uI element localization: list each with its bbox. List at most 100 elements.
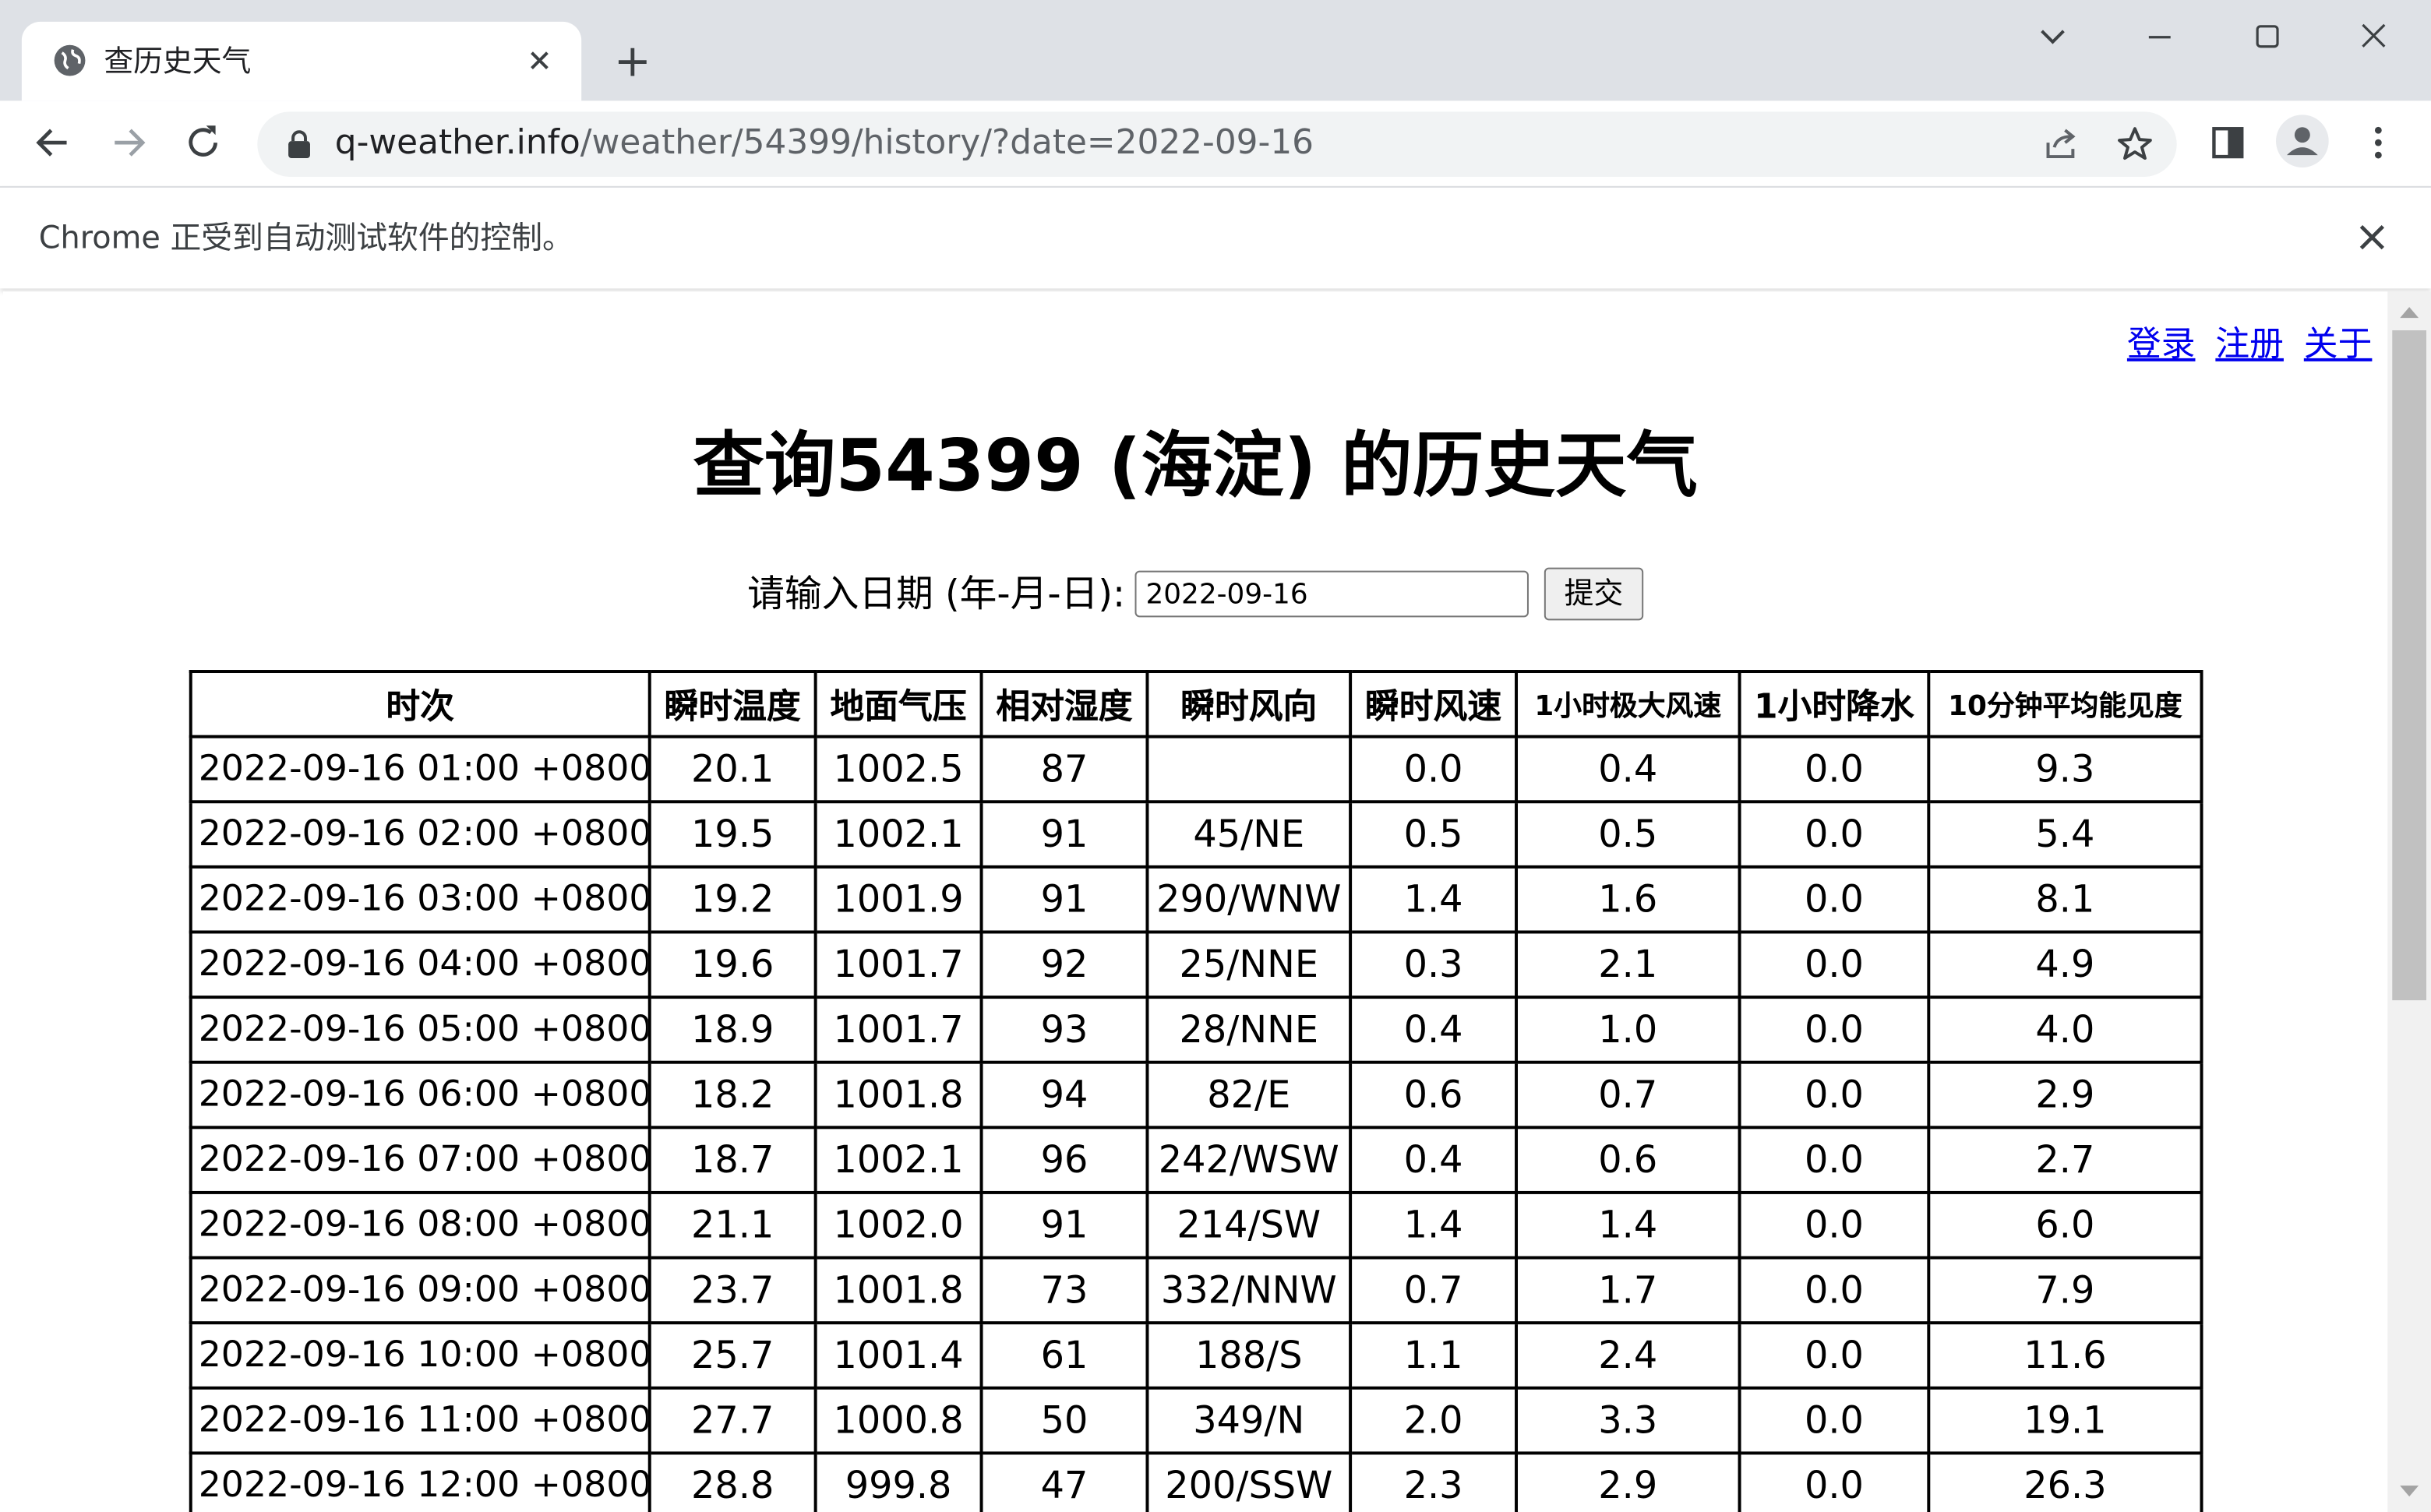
table-row: 2022-09-16 09:00 +0800 23.7 1001.8 73 332/NN… (189, 1256, 2203, 1325)
max-gust-cell: 1.4 (1515, 1190, 1741, 1260)
precipitation-cell: 0.0 (1738, 1321, 1931, 1390)
bookmark-star-icon[interactable] (2115, 124, 2155, 164)
register-link[interactable]: 注册 (2215, 326, 2284, 365)
pressure-cell: 1002.0 (813, 1190, 983, 1260)
temperature-cell: 28.8 (647, 1451, 817, 1512)
precipitation-cell: 0.0 (1738, 800, 1931, 869)
url-text[interactable]: q-weather.info/weather/54399/history/?da… (335, 124, 1314, 164)
scroll-up-arrow-icon[interactable] (2398, 304, 2420, 319)
pressure-cell: 1001.4 (813, 1321, 983, 1390)
page-title: 查询54399 (海淀) 的历史天气 (693, 423, 1698, 507)
time-cell: 2022-09-16 11:00 +0800 (189, 1386, 651, 1455)
precipitation-cell: 0.0 (1738, 865, 1931, 934)
side-panel-icon[interactable] (2202, 116, 2255, 169)
date-input[interactable] (1134, 570, 1529, 618)
max-gust-cell: 1.6 (1515, 865, 1741, 934)
header-wind-direction: 瞬时风向 (1145, 670, 1353, 738)
temperature-cell: 18.9 (647, 996, 817, 1064)
pressure-cell: 1002.1 (813, 1126, 983, 1194)
back-arrow-icon[interactable] (26, 116, 79, 169)
humidity-cell: 92 (979, 930, 1149, 999)
wind-speed-cell: 1.4 (1349, 865, 1519, 934)
scrollbar-thumb[interactable] (2392, 330, 2427, 1001)
infobar-text: Chrome 正受到自动测试软件的控制。 (38, 218, 573, 256)
visibility-cell: 5.4 (1927, 800, 2203, 869)
lock-icon[interactable] (285, 129, 313, 160)
wind-direction-cell: 349/N (1145, 1386, 1353, 1455)
more-menu-icon[interactable] (2352, 116, 2405, 169)
wind-speed-cell: 1.4 (1349, 1190, 1519, 1260)
about-link[interactable]: 关于 (2304, 326, 2373, 365)
wind-speed-cell: 1.1 (1349, 1321, 1519, 1390)
humidity-cell: 91 (979, 865, 1149, 934)
max-gust-cell: 2.1 (1515, 930, 1741, 999)
pressure-cell: 1001.9 (813, 865, 983, 934)
visibility-cell: 19.1 (1927, 1386, 2203, 1455)
close-infobar-icon[interactable] (2354, 219, 2391, 256)
pressure-cell: 1002.5 (813, 735, 983, 804)
visibility-cell: 2.7 (1927, 1126, 2203, 1194)
new-tab-icon[interactable] (608, 37, 658, 87)
maximize-icon[interactable] (2235, 12, 2298, 62)
submit-button[interactable]: 提交 (1544, 567, 1644, 621)
time-cell: 2022-09-16 07:00 +0800 (189, 1126, 651, 1194)
visibility-cell: 4.0 (1927, 996, 2203, 1064)
page-scrollbar[interactable] (2387, 291, 2431, 1512)
temperature-cell: 18.2 (647, 1060, 817, 1130)
wind-speed-cell: 0.7 (1349, 1256, 1519, 1325)
max-gust-cell: 1.0 (1515, 996, 1741, 1064)
wind-direction-cell: 45/NE (1145, 800, 1353, 869)
precipitation-cell: 0.0 (1738, 1060, 1931, 1130)
humidity-cell: 87 (979, 735, 1149, 804)
time-cell: 2022-09-16 03:00 +0800 (189, 865, 651, 934)
header-wind-speed: 瞬时风速 (1349, 670, 1519, 738)
tab-strip: 查历史天气 (0, 0, 2431, 101)
table-row: 2022-09-16 04:00 +0800 19.6 1001.7 92 25/NNE… (189, 930, 2203, 999)
wind-direction-cell: 332/NNW (1145, 1256, 1353, 1325)
forward-arrow-icon[interactable] (102, 116, 155, 169)
time-cell: 2022-09-16 04:00 +0800 (189, 930, 651, 999)
table-row: 2022-09-16 10:00 +0800 25.7 1001.4 61 188/S 1… (189, 1321, 2203, 1390)
visibility-cell: 6.0 (1927, 1190, 2203, 1260)
humidity-cell: 93 (979, 996, 1149, 1064)
header-precipitation: 1小时降水 (1738, 670, 1931, 738)
temperature-cell: 19.5 (647, 800, 817, 869)
wind-direction-cell: 188/S (1145, 1321, 1353, 1390)
browser-window: 查历史天气 q-weather.info/weather/54399/histo… (0, 0, 2431, 1512)
wind-direction-cell: 214/SW (1145, 1190, 1353, 1260)
reload-icon[interactable] (177, 116, 230, 169)
share-icon[interactable] (2041, 124, 2081, 164)
table-row: 2022-09-16 12:00 +0800 28.8 999.8 47 200/SSW… (189, 1451, 2203, 1512)
minimize-icon[interactable] (2129, 12, 2191, 62)
time-cell: 2022-09-16 05:00 +0800 (189, 996, 651, 1064)
pressure-cell: 1002.1 (813, 800, 983, 869)
table-row: 2022-09-16 06:00 +0800 18.2 1001.8 94 82/E 0.… (189, 1060, 2203, 1130)
time-cell: 2022-09-16 08:00 +0800 (189, 1190, 651, 1260)
close-window-icon[interactable] (2343, 12, 2405, 62)
temperature-cell: 19.6 (647, 930, 817, 999)
max-gust-cell: 0.7 (1515, 1060, 1741, 1130)
temperature-cell: 21.1 (647, 1190, 817, 1260)
date-label: 请输入日期 (年-月-日): (747, 572, 1126, 616)
login-link[interactable]: 登录 (2127, 326, 2196, 365)
humidity-cell: 96 (979, 1126, 1149, 1194)
temperature-cell: 18.7 (647, 1126, 817, 1194)
url-path: /weather/54399/history/?date=2022-09-16 (580, 124, 1314, 164)
max-gust-cell: 2.4 (1515, 1321, 1741, 1390)
wind-speed-cell: 0.3 (1349, 930, 1519, 999)
max-gust-cell: 0.4 (1515, 735, 1741, 804)
tab-search-chevron-icon[interactable] (2022, 12, 2084, 62)
account-links: 登录 注册 关于 (2118, 322, 2372, 369)
browser-tab[interactable]: 查历史天气 (21, 21, 582, 101)
table-row: 2022-09-16 01:00 +0800 20.1 1002.5 87 0.0 0.4… (189, 735, 2203, 804)
table-row: 2022-09-16 08:00 +0800 21.1 1002.0 91 214/SW… (189, 1190, 2203, 1260)
wind-speed-cell: 0.0 (1349, 735, 1519, 804)
humidity-cell: 91 (979, 800, 1149, 869)
precipitation-cell: 0.0 (1738, 1386, 1931, 1455)
address-bar[interactable]: q-weather.info/weather/54399/history/?da… (257, 111, 2177, 177)
browser-toolbar: q-weather.info/weather/54399/history/?da… (0, 100, 2431, 186)
header-pressure: 地面气压 (813, 670, 983, 738)
profile-avatar[interactable] (2276, 115, 2329, 168)
close-tab-icon[interactable] (521, 42, 559, 79)
scroll-down-arrow-icon[interactable] (2398, 1484, 2420, 1500)
